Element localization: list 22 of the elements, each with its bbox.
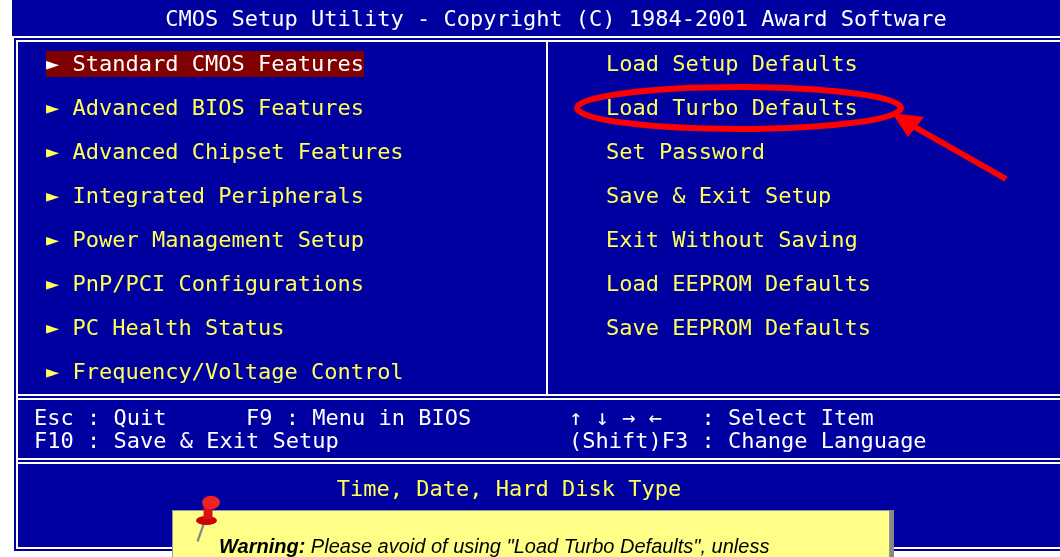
key-hint: ↑ ↓ → ← : Select Item bbox=[569, 406, 874, 429]
key-hint: F10 : Save & Exit Setup bbox=[34, 429, 339, 452]
menu-item[interactable]: Save & Exit Setup bbox=[606, 183, 832, 209]
menu-item[interactable]: Save EEPROM Defaults bbox=[606, 315, 871, 341]
menu-item[interactable]: Load EEPROM Defaults bbox=[606, 271, 871, 297]
key-hint: (Shift)F3 : Change Language bbox=[569, 429, 927, 452]
menu-item[interactable]: ► Standard CMOS Features bbox=[46, 51, 364, 77]
menu-item[interactable]: Set Password bbox=[606, 139, 765, 165]
window-title: CMOS Setup Utility - Copyright (C) 1984-2001 Award Software bbox=[12, 0, 1060, 36]
menu-item[interactable]: ► Advanced Chipset Features bbox=[46, 139, 404, 165]
menu-item[interactable]: Exit Without Saving bbox=[606, 227, 858, 253]
key-hint: F9 : Menu in BIOS bbox=[246, 406, 472, 429]
menu-item[interactable]: ► Advanced BIOS Features bbox=[46, 95, 364, 121]
menu-item[interactable]: ► Power Management Setup bbox=[46, 227, 364, 253]
menu-item[interactable]: ► PnP/PCI Configurations bbox=[46, 271, 364, 297]
menu-item[interactable]: ► Integrated Peripherals bbox=[46, 183, 364, 209]
key-hint: Esc : Quit bbox=[34, 406, 168, 429]
menu-item[interactable]: ► Frequency/Voltage Control bbox=[46, 359, 404, 385]
menu-item[interactable]: Load Setup Defaults bbox=[606, 51, 858, 77]
menu-item[interactable]: ► PC Health Status bbox=[46, 315, 285, 341]
warning-text: Warning: Please avoid of using "Load Turbo Defaults", unless bbox=[219, 535, 770, 557]
item-description: Time, Date, Hard Disk Type bbox=[336, 476, 682, 502]
